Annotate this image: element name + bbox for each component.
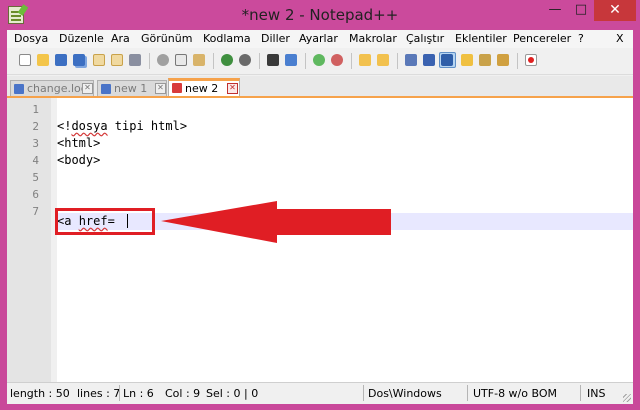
redo-icon[interactable] — [237, 52, 254, 68]
close-all-icon[interactable] — [109, 52, 126, 68]
code-misspelled-word: dosya — [71, 119, 108, 133]
function-list-icon[interactable] — [495, 52, 512, 68]
menu-diller[interactable]: Diller — [261, 32, 290, 45]
status-lines: lines : 7 — [77, 387, 121, 400]
file-unsaved-icon — [172, 83, 182, 93]
menu-dosya[interactable]: Dosya — [14, 32, 48, 45]
copy-icon[interactable] — [173, 52, 190, 68]
line-number: 4 — [32, 154, 39, 167]
status-column: Col : 9 — [165, 387, 201, 400]
status-encoding[interactable]: UTF-8 w/o BOM — [473, 387, 557, 400]
red-arrow-annotation — [161, 201, 391, 243]
code-line[interactable]: <html> — [57, 136, 100, 150]
sync-vertical-icon[interactable] — [357, 52, 374, 68]
save-all-icon[interactable] — [71, 52, 88, 68]
toolbar-separator — [351, 53, 352, 69]
save-icon[interactable] — [53, 52, 70, 68]
code-text: <html> — [57, 136, 101, 150]
status-separator — [119, 385, 120, 401]
file-saved-icon — [101, 84, 111, 94]
code-text: <body> — [57, 153, 101, 167]
red-arrow-shape — [161, 201, 391, 243]
record-macro-icon[interactable] — [523, 52, 540, 68]
word-wrap-icon[interactable] — [403, 52, 420, 68]
document-map-icon[interactable] — [477, 52, 494, 68]
toolbar — [7, 48, 633, 75]
close-icon[interactable] — [91, 52, 108, 68]
status-bar: length : 50 lines : 7 Ln : 6 Col : 9 Sel… — [7, 382, 633, 404]
minimize-button[interactable]: — — [542, 0, 568, 21]
toolbar-separator — [305, 53, 306, 69]
resize-grip[interactable] — [623, 394, 631, 402]
code-line[interactable]: <body> — [57, 153, 100, 167]
status-eol-format[interactable]: Dos\Windows — [368, 387, 442, 400]
status-separator — [467, 385, 468, 401]
tab-label: change.log — [27, 82, 88, 95]
toolbar-separator — [517, 53, 518, 69]
toolbar-separator — [213, 53, 214, 69]
line-number: 3 — [32, 137, 39, 150]
tab-new-2[interactable]: new 2 ✕ — [168, 78, 240, 98]
tab-close-icon[interactable]: ✕ — [82, 83, 93, 94]
highlight-box — [55, 208, 155, 235]
toolbar-separator — [259, 53, 260, 69]
line-number: 1 — [32, 103, 39, 116]
menu-makrolar[interactable]: Makrolar — [349, 32, 397, 45]
menu-pencereler[interactable]: Pencereler — [513, 32, 571, 45]
line-number: 6 — [32, 188, 39, 201]
title-bar: *new 2 - Notepad++ — □ ✕ — [0, 0, 640, 30]
open-file-icon[interactable] — [35, 52, 52, 68]
paste-icon[interactable] — [191, 52, 208, 68]
status-selection: Sel : 0 | 0 — [206, 387, 259, 400]
user-language-icon[interactable] — [459, 52, 476, 68]
status-line: Ln : 6 — [123, 387, 154, 400]
tab-bar: change.log ✕ new 1 ✕ new 2 ✕ — [7, 76, 633, 98]
menu-duzenle[interactable]: Düzenle — [59, 32, 104, 45]
tab-change-log[interactable]: change.log ✕ — [10, 80, 94, 97]
status-separator — [363, 385, 364, 401]
status-insert-mode[interactable]: INS — [587, 387, 605, 400]
tab-close-icon[interactable]: ✕ — [227, 83, 238, 94]
maximize-button[interactable]: □ — [568, 0, 594, 21]
status-length: length : 50 — [10, 387, 70, 400]
tab-new-1[interactable]: new 1 ✕ — [97, 80, 167, 97]
find-icon[interactable] — [265, 52, 282, 68]
menu-close-document[interactable]: X — [616, 32, 624, 45]
status-separator — [580, 385, 581, 401]
show-all-characters-icon[interactable] — [421, 52, 438, 68]
sync-horizontal-icon[interactable] — [375, 52, 392, 68]
menu-gorunum[interactable]: Görünüm — [141, 32, 192, 45]
print-icon[interactable] — [127, 52, 144, 68]
tab-label: new 1 — [114, 82, 148, 95]
menu-calistir[interactable]: Çalıştır — [406, 32, 444, 45]
toolbar-separator — [149, 53, 150, 69]
indent-guide-icon[interactable] — [439, 52, 456, 68]
menu-bar: Dosya Düzenle Ara Görünüm Kodlama Diller… — [7, 30, 633, 48]
menu-kodlama[interactable]: Kodlama — [203, 32, 251, 45]
app-body: Dosya Düzenle Ara Görünüm Kodlama Diller… — [7, 30, 633, 404]
tab-label: new 2 — [185, 82, 219, 95]
zoom-out-icon[interactable] — [329, 52, 346, 68]
close-window-button[interactable]: ✕ — [594, 0, 636, 21]
menu-eklentiler[interactable]: Eklentiler — [455, 32, 507, 45]
line-number: 2 — [32, 120, 39, 133]
new-file-icon[interactable] — [17, 52, 34, 68]
toolbar-separator — [397, 53, 398, 69]
menu-ayarlar[interactable]: Ayarlar — [299, 32, 338, 45]
menu-help[interactable]: ? — [578, 32, 584, 45]
code-line[interactable]: <!dosya tipi html> — [57, 119, 187, 133]
menu-ara[interactable]: Ara — [111, 32, 130, 45]
undo-icon[interactable] — [219, 52, 236, 68]
code-text: tipi html> — [107, 119, 188, 133]
file-saved-icon — [14, 84, 24, 94]
line-number: 5 — [32, 171, 39, 184]
line-number: 7 — [32, 205, 39, 218]
code-text: <! — [57, 119, 72, 133]
zoom-in-icon[interactable] — [311, 52, 328, 68]
cut-icon[interactable] — [155, 52, 172, 68]
editor-area[interactable]: 1 2 3 4 5 6 7 <!dosya tipi html> <html> … — [7, 98, 633, 382]
tab-close-icon[interactable]: ✕ — [155, 83, 166, 94]
replace-icon[interactable] — [283, 52, 300, 68]
